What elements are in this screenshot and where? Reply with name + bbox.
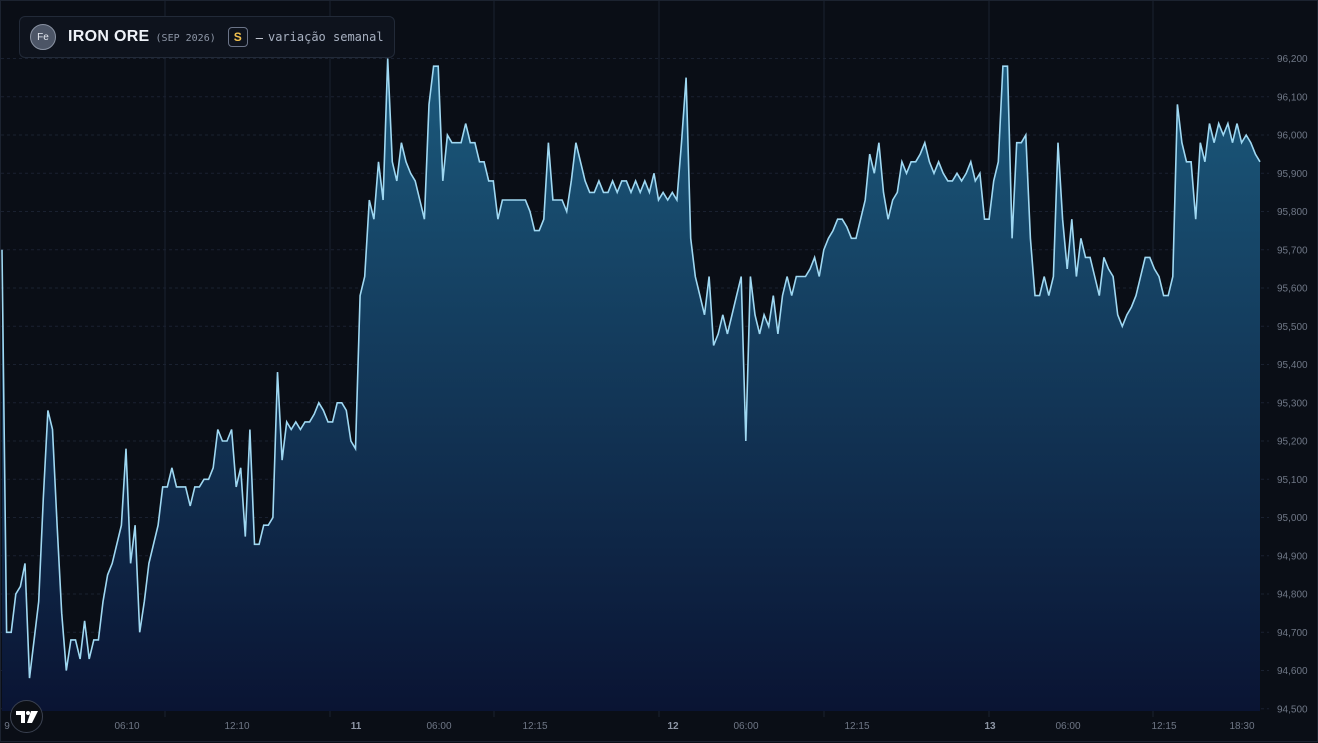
symbol-legend[interactable]: Fe IRON ORE (SEP 2026) S – variação sema…: [19, 16, 395, 58]
y-tick-label: 95,500: [1277, 322, 1308, 333]
y-tick-label: 95,100: [1277, 475, 1308, 486]
symbol-title: IRON ORE: [68, 28, 150, 45]
x-axis: 9 06:10 12:10 11 06:00 12:15 12 06:00 12:15 13 06:…: [4, 721, 1255, 732]
y-tick-label: 94,800: [1277, 590, 1308, 601]
price-chart[interactable]: 96,200 96,100 96,000 95,900 95,800 95,700 95,6…: [1, 1, 1318, 743]
x-tick-label: 11: [351, 721, 362, 732]
area-fill: [2, 58, 1260, 711]
y-tick-label: 95,600: [1277, 284, 1308, 295]
x-tick-label: 12:15: [522, 721, 547, 732]
y-tick-label: 94,600: [1277, 666, 1308, 677]
legend-description: variação semanal: [267, 30, 384, 44]
source-badge[interactable]: S: [227, 27, 248, 47]
x-tick-label: 06:00: [733, 721, 758, 732]
y-tick-label: 96,000: [1277, 131, 1308, 142]
x-tick-label: 18:30: [1229, 721, 1254, 732]
x-tick-label: 13: [984, 721, 996, 732]
x-tick-label: 12:15: [1151, 721, 1176, 732]
x-tick-label: 12: [667, 721, 679, 732]
x-tick-label: 06:00: [1055, 721, 1080, 732]
chart-container: 96,200 96,100 96,000 95,900 95,800 95,700 95,6…: [0, 0, 1318, 742]
y-tick-label: 95,700: [1277, 245, 1308, 256]
y-tick-label: 95,400: [1277, 360, 1308, 371]
y-tick-label: 95,900: [1277, 169, 1308, 180]
y-tick-label: 94,900: [1277, 551, 1308, 562]
contract-label: (SEP 2026): [155, 32, 216, 44]
y-tick-label: 95,800: [1277, 207, 1308, 218]
y-tick-label: 94,700: [1277, 628, 1308, 639]
y-tick-label: 95,300: [1277, 398, 1308, 409]
x-tick-label: 06:10: [114, 721, 139, 732]
y-axis: 96,200 96,100 96,000 95,900 95,800 95,700 95,6…: [1277, 54, 1308, 715]
y-tick-label: 94,500: [1277, 704, 1308, 715]
x-tick-label: 06:00: [426, 721, 451, 732]
y-tick-label: 95,200: [1277, 437, 1308, 448]
x-tick-label: 12:10: [224, 721, 249, 732]
x-tick-label: 9: [4, 721, 10, 732]
y-tick-label: 96,200: [1277, 54, 1308, 65]
tradingview-logo-icon[interactable]: [10, 700, 43, 733]
y-tick-label: 95,000: [1277, 513, 1308, 524]
y-tick-label: 96,100: [1277, 92, 1308, 103]
x-tick-label: 12:15: [844, 721, 869, 732]
legend-separator: –: [255, 29, 263, 45]
symbol-avatar: Fe: [30, 24, 56, 50]
